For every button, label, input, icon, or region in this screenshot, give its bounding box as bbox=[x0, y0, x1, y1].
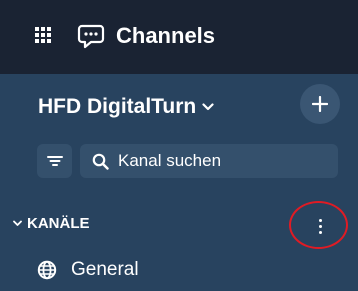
chevron-down-icon bbox=[13, 220, 22, 226]
more-vertical-icon bbox=[318, 218, 322, 222]
workspace-switcher[interactable]: HFD DigitalTurn bbox=[38, 95, 214, 119]
channel-item-general[interactable]: General bbox=[37, 259, 139, 281]
search-icon bbox=[92, 153, 109, 170]
add-button[interactable] bbox=[300, 84, 340, 124]
filter-icon bbox=[46, 156, 63, 166]
channel-search-input[interactable] bbox=[118, 151, 318, 171]
plus-icon bbox=[312, 96, 328, 112]
top-bar-title: Channels bbox=[116, 23, 216, 48]
chat-bubble-icon bbox=[77, 24, 105, 49]
channels-section-header[interactable]: KANÄLE bbox=[13, 215, 90, 232]
workspace-name: HFD DigitalTurn bbox=[38, 95, 197, 118]
top-bar: Channels bbox=[0, 0, 358, 74]
channels-section-title: KANÄLE bbox=[27, 215, 90, 232]
chevron-down-icon bbox=[202, 103, 214, 111]
apps-grid-icon[interactable] bbox=[35, 27, 51, 43]
filter-button[interactable] bbox=[37, 144, 72, 178]
globe-icon bbox=[37, 260, 57, 280]
teams-sidebar-window: Channels HFD DigitalTurn KANÄLE bbox=[0, 0, 358, 291]
channels-more-options-button[interactable] bbox=[304, 210, 336, 242]
channel-item-label: General bbox=[71, 259, 139, 280]
channel-search-box[interactable] bbox=[80, 144, 338, 178]
